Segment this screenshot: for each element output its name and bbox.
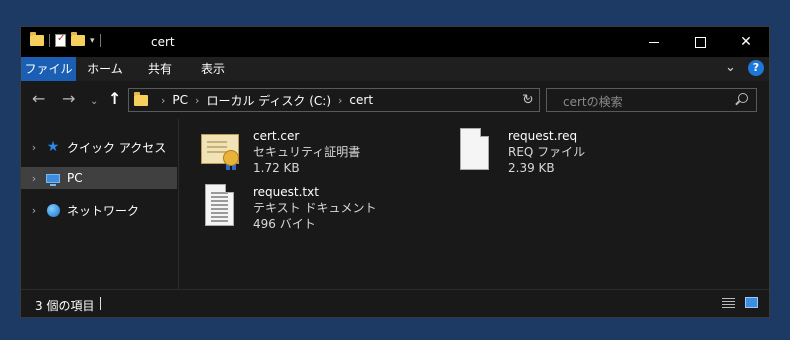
large-icons-view-icon[interactable]	[745, 297, 758, 308]
breadcrumb-separator-icon[interactable]: ›	[161, 94, 165, 107]
breadcrumb-local-disk[interactable]: ローカル ディスク (C:)	[206, 92, 331, 109]
navigation-pane: › ★ クイック アクセス › PC › ネットワーク	[21, 119, 179, 289]
maximize-icon	[694, 36, 706, 48]
customize-toolbar-chevron-icon[interactable]: ▾	[90, 36, 95, 46]
sidebar-item-quick-access[interactable]: › ★ クイック アクセス	[21, 136, 177, 158]
file-type: テキスト ドキュメント	[253, 201, 377, 215]
close-button[interactable]: ✕	[723, 27, 769, 57]
refresh-icon[interactable]: ↻	[522, 92, 534, 108]
breadcrumb-separator-icon[interactable]: ›	[338, 94, 342, 107]
sidebar-item-label: PC	[67, 171, 83, 185]
status-bar: 3 個の項目	[21, 289, 769, 317]
toolbar-divider	[49, 34, 50, 47]
file-type: セキュリティ証明書	[253, 145, 361, 159]
tab-home[interactable]: ホーム	[81, 57, 129, 81]
network-icon	[45, 203, 61, 217]
file-name: request.txt	[253, 185, 319, 199]
sidebar-item-pc[interactable]: › PC	[21, 167, 177, 189]
search-placeholder: certの検索	[563, 95, 623, 109]
breadcrumb-pc[interactable]: PC	[172, 93, 188, 107]
close-icon: ✕	[740, 34, 752, 50]
maximize-button[interactable]	[677, 27, 723, 57]
details-view-icon[interactable]	[722, 298, 735, 309]
address-bar[interactable]: › PC › ローカル ディスク (C:) › cert ⌄	[128, 88, 540, 112]
properties-icon[interactable]	[55, 33, 66, 47]
expand-ribbon-chevron-icon[interactable]: ⌄	[725, 60, 736, 75]
expand-chevron-icon[interactable]: ›	[23, 141, 45, 154]
item-count: 3 個の項目	[35, 299, 95, 313]
file-type: REQ ファイル	[508, 145, 586, 159]
quick-access-toolbar: ▾	[30, 32, 101, 47]
file-size: 496 バイト	[253, 217, 316, 231]
new-folder-icon[interactable]	[71, 32, 85, 46]
sidebar-item-label: クイック アクセス	[67, 140, 167, 155]
minimize-icon	[649, 41, 659, 43]
file-item-request-req[interactable]: request.req REQ ファイル 2.39 KB	[454, 128, 585, 176]
sidebar-item-label: ネットワーク	[67, 203, 140, 218]
expand-chevron-icon[interactable]: ›	[23, 172, 45, 185]
file-size: 1.72 KB	[253, 161, 300, 175]
quick-access-star-icon: ★	[46, 139, 60, 155]
pc-icon	[45, 171, 61, 186]
navigation-bar: ← → ⌄ ↑ › PC › ローカル ディスク (C:) › cert ⌄ ↻…	[21, 81, 769, 119]
minimize-button[interactable]	[631, 27, 677, 57]
breadcrumb-separator-icon[interactable]: ›	[195, 94, 199, 107]
sidebar-item-network[interactable]: › ネットワーク	[21, 199, 177, 221]
explorer-window: ▾ cert ✕ ファイル ホーム 共有 表示 ⌄ ? ← → ⌄ ↑ › PC…	[20, 26, 770, 318]
expand-chevron-icon[interactable]: ›	[23, 204, 45, 217]
file-name: cert.cer	[253, 129, 300, 143]
title-bar: ▾ cert ✕	[21, 27, 769, 57]
search-box[interactable]: certの検索	[546, 88, 757, 112]
file-size: 2.39 KB	[508, 161, 555, 175]
forward-arrow-icon[interactable]: →	[62, 90, 75, 108]
file-item-cert-cer[interactable]: cert.cer セキュリティ証明書 1.72 KB	[199, 128, 360, 176]
toolbar-divider	[99, 34, 101, 47]
file-item-request-txt[interactable]: request.txt テキスト ドキュメント 496 バイト	[199, 184, 376, 232]
recent-locations-chevron-icon[interactable]: ⌄	[90, 93, 98, 111]
help-icon[interactable]: ?	[748, 60, 764, 76]
window-title: cert	[151, 35, 175, 49]
certificate-icon	[199, 128, 239, 172]
file-name: request.req	[508, 129, 578, 143]
tab-file[interactable]: ファイル	[21, 57, 76, 81]
back-arrow-icon[interactable]: ←	[32, 90, 45, 108]
status-divider	[100, 297, 101, 310]
folder-icon	[30, 32, 44, 46]
search-icon	[738, 93, 748, 103]
tab-share[interactable]: 共有	[139, 57, 181, 81]
tab-view[interactable]: 表示	[189, 57, 237, 81]
file-list: cert.cer セキュリティ証明書 1.72 KB request.req R…	[179, 119, 769, 289]
breadcrumb-cert[interactable]: cert	[349, 93, 373, 107]
blank-document-icon	[454, 128, 494, 172]
ribbon-tabs: ファイル ホーム 共有 表示 ⌄ ?	[21, 57, 769, 81]
folder-icon	[134, 91, 148, 106]
text-document-icon	[199, 184, 239, 228]
up-arrow-icon[interactable]: ↑	[108, 90, 121, 108]
